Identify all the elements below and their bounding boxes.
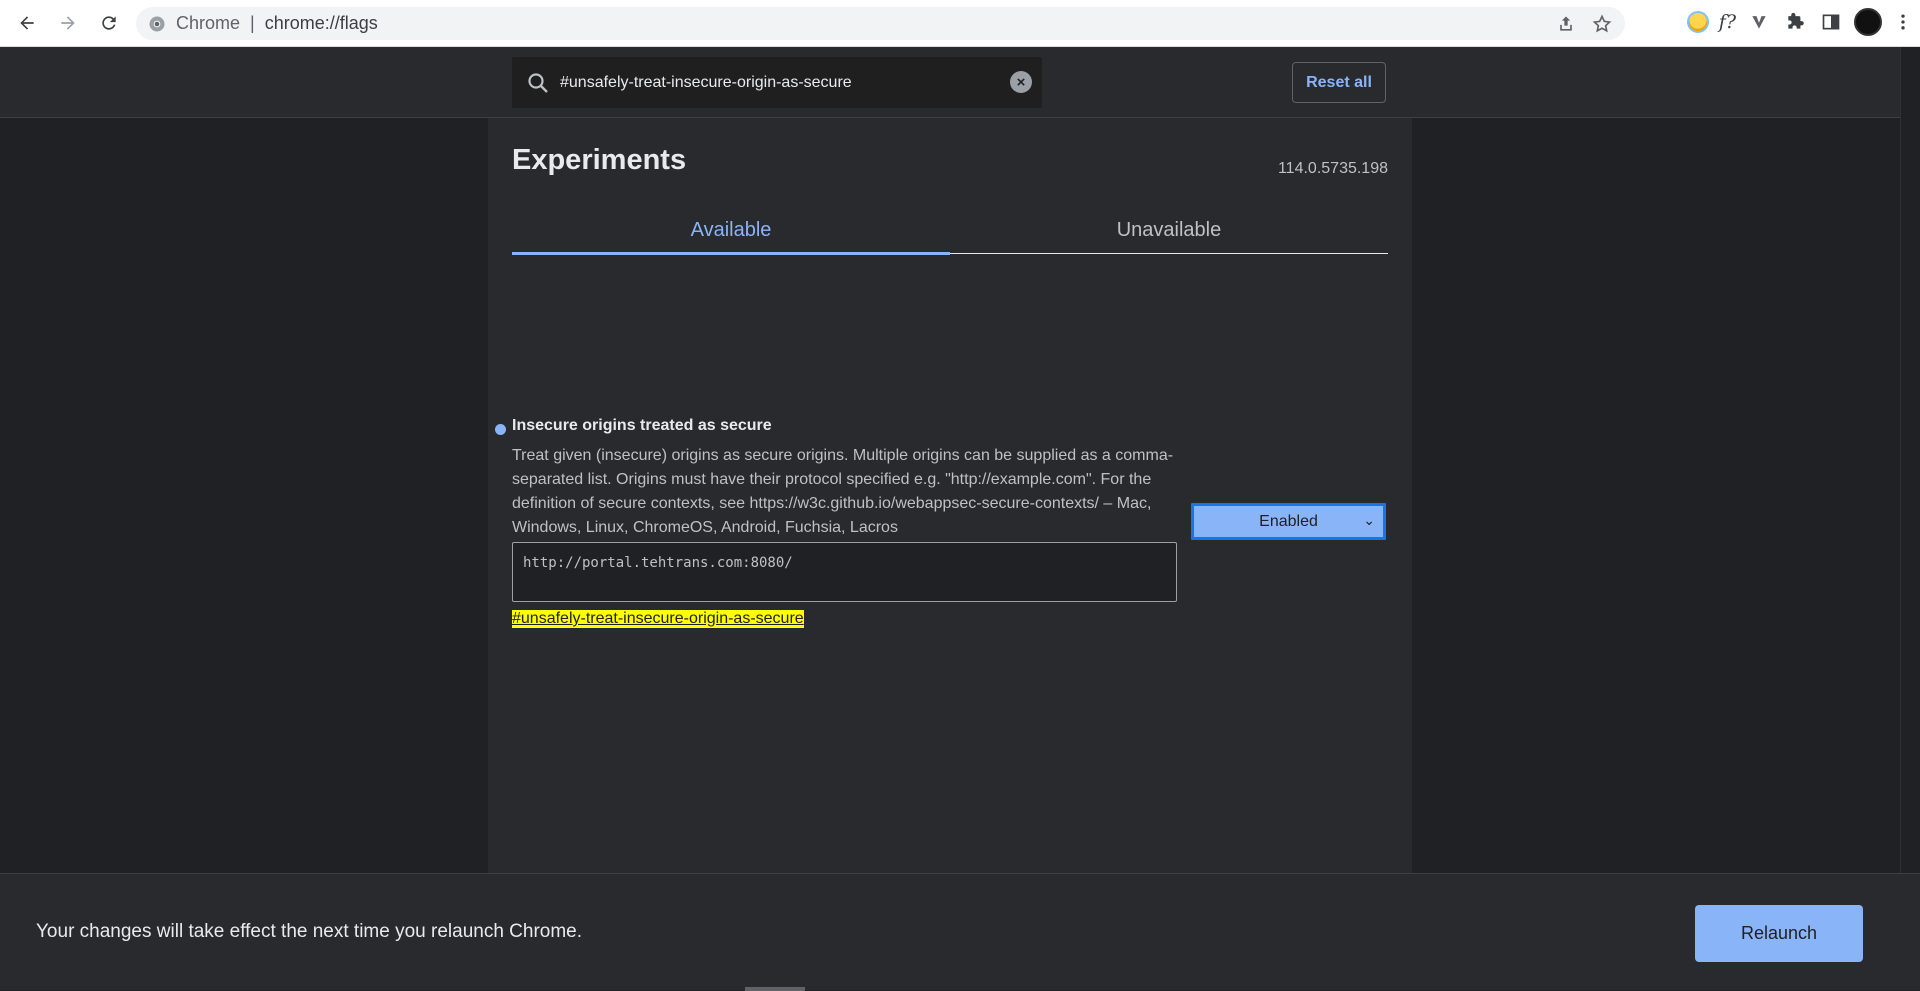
vertical-scrollbar[interactable] [1900, 47, 1920, 990]
origins-textarea[interactable]: http://portal.tehtrans.com:8080/ [512, 542, 1177, 602]
browser-toolbar: Chrome | chrome://flags f? [0, 0, 1920, 47]
reset-all-button[interactable]: Reset all [1292, 62, 1386, 103]
search-icon [528, 72, 548, 93]
tab-unavailable[interactable]: Unavailable [950, 206, 1388, 253]
puzzle-icon[interactable] [1782, 9, 1808, 35]
experiments-panel: Experiments 114.0.5735.198 Available Una… [488, 118, 1412, 873]
search-input[interactable] [560, 73, 1000, 92]
side-panel-icon[interactable] [1818, 9, 1844, 35]
relaunch-bar: Your changes will take effect the next t… [0, 873, 1920, 991]
reload-icon[interactable] [94, 8, 124, 38]
url-text[interactable]: chrome://flags [265, 13, 378, 34]
flags-search-box[interactable]: × [512, 57, 1042, 108]
navigation-buttons [12, 8, 124, 38]
site-label: Chrome [176, 13, 241, 33]
tab-bar: Available Unavailable [512, 206, 1388, 255]
share-icon[interactable] [1553, 11, 1579, 37]
relaunch-message: Your changes will take effect the next t… [36, 921, 583, 942]
omnibox-actions [1553, 11, 1615, 37]
omnibox-separator: | [250, 13, 255, 33]
relaunch-button[interactable]: Relaunch [1695, 905, 1863, 962]
scroll-indicator [745, 987, 805, 991]
version-label: 114.0.5735.198 [1277, 160, 1388, 177]
back-arrow-icon[interactable] [12, 8, 42, 38]
fx-extension-icon[interactable]: f? [1719, 11, 1736, 33]
address-bar[interactable]: Chrome | chrome://flags [136, 7, 1625, 40]
v-extension-icon[interactable] [1746, 9, 1772, 35]
modified-indicator-dot [495, 424, 506, 435]
flags-header: × Reset all [0, 47, 1900, 118]
chrome-logo-icon[interactable] [148, 15, 166, 33]
page-title: Experiments [512, 144, 687, 176]
tab-available[interactable]: Available [512, 206, 950, 255]
flag-permalink[interactable]: #unsafely-treat-insecure-origin-as-secur… [512, 610, 804, 628]
chevron-down-icon: ⌄ [1363, 512, 1375, 528]
clear-search-icon[interactable]: × [1010, 71, 1032, 93]
flag-state-value: Enabled [1259, 512, 1318, 530]
emoji-extension-icon[interactable] [1686, 11, 1709, 33]
flag-state-select[interactable]: Enabled ⌄ [1191, 503, 1386, 540]
flag-title: Insecure origins treated as secure [512, 417, 772, 434]
avatar[interactable] [1854, 8, 1882, 36]
toolbar-extensions: f? [1686, 8, 1914, 36]
kebab-menu-icon[interactable] [1892, 9, 1914, 35]
star-icon[interactable] [1589, 11, 1615, 37]
flag-description: Treat given (insecure) origins as secure… [512, 447, 1174, 536]
forward-arrow-icon[interactable] [53, 8, 83, 38]
